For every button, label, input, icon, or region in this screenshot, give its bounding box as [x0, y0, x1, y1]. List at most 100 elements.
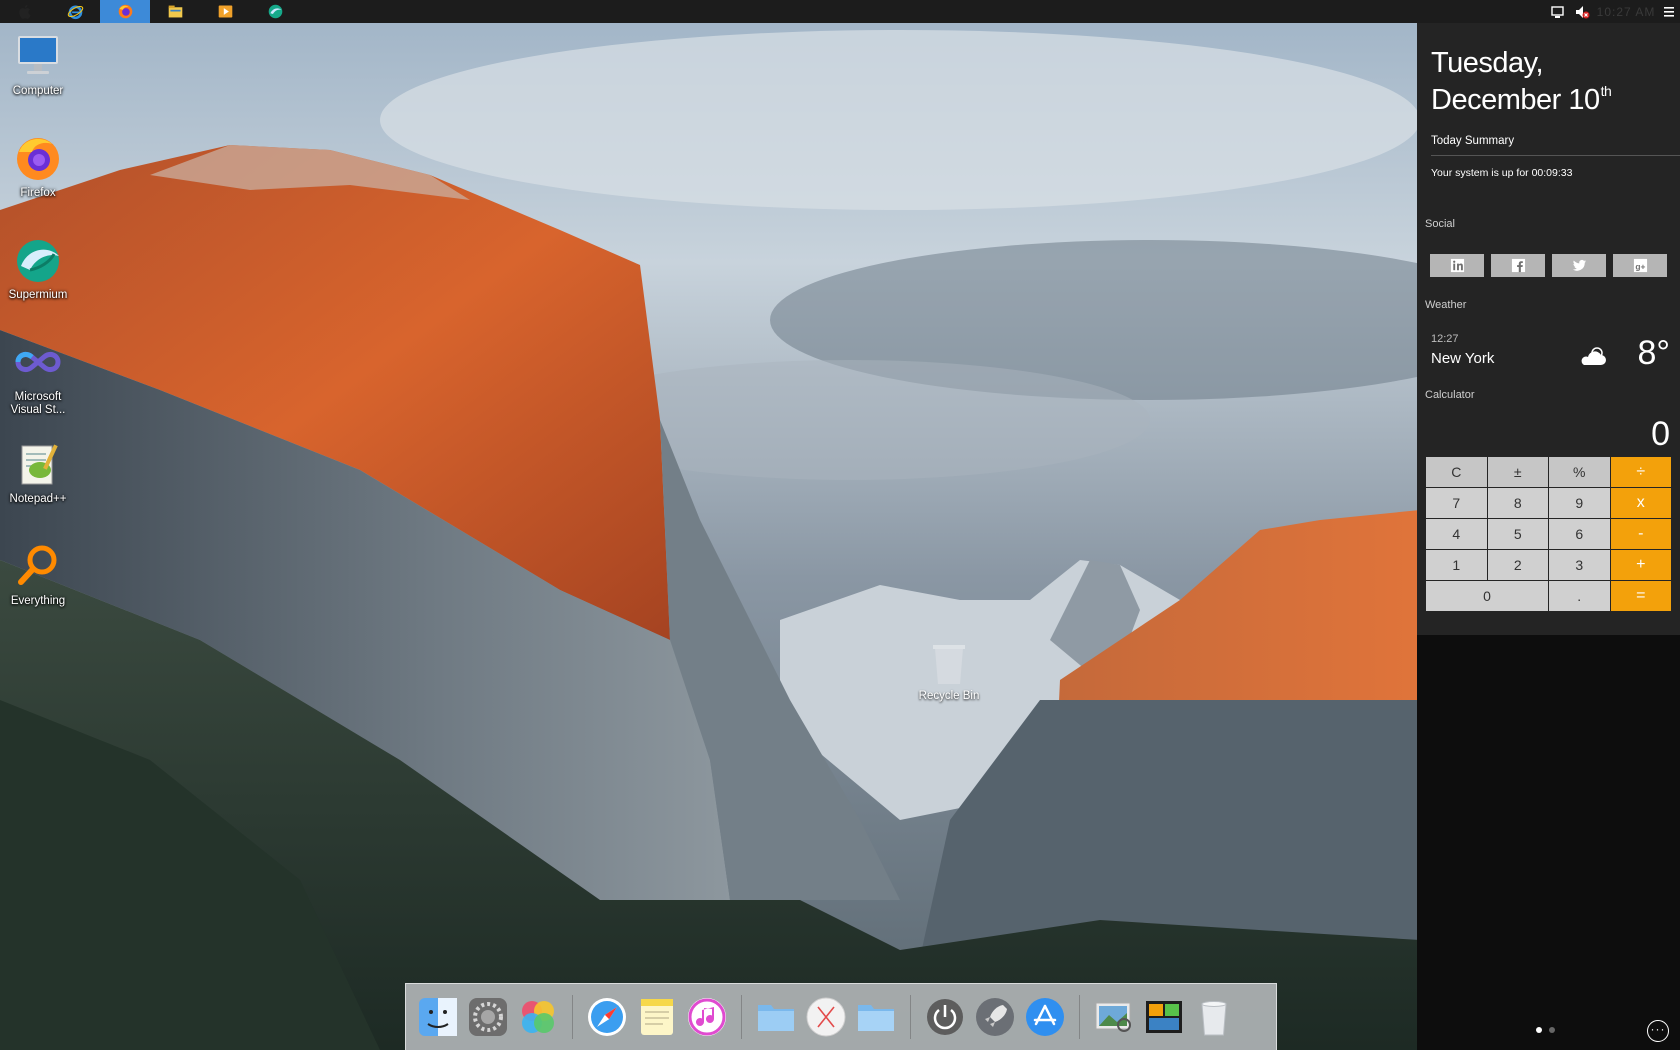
- desktop-icon-label: Firefox: [20, 187, 56, 199]
- notes-icon: [641, 999, 673, 1035]
- calc-key-plus-minus[interactable]: ±: [1487, 457, 1548, 487]
- dock-separator: [910, 995, 911, 1039]
- dock-desktop-widget[interactable]: [1140, 993, 1188, 1041]
- linkedin-button[interactable]: [1430, 254, 1484, 277]
- desktop-icon-firefox[interactable]: Firefox: [0, 130, 76, 232]
- dock-notes[interactable]: [633, 993, 681, 1041]
- calc-key-percent[interactable]: %: [1549, 457, 1610, 487]
- panel-date-suffix: th: [1600, 83, 1612, 99]
- desktop-icon-everything[interactable]: Everything: [0, 538, 76, 640]
- social-buttons: g+: [1430, 254, 1667, 277]
- folder-icon-2: [858, 1005, 894, 1031]
- dock-itunes[interactable]: [683, 993, 731, 1041]
- calc-key-2[interactable]: 2: [1487, 550, 1548, 580]
- calc-key-3[interactable]: 3: [1549, 550, 1610, 580]
- photos-icon: [522, 1001, 554, 1033]
- dock-folder-2[interactable]: [852, 993, 900, 1041]
- firefox-icon[interactable]: [100, 0, 150, 23]
- supermium-icon[interactable]: [250, 0, 300, 23]
- calc-key-decimal[interactable]: .: [1549, 581, 1610, 611]
- dock-preview[interactable]: [1090, 993, 1138, 1041]
- dock-separator: [1079, 995, 1080, 1039]
- dock-folder[interactable]: [752, 993, 800, 1041]
- recycle-bin-label: Recycle Bin: [918, 690, 980, 702]
- dock-photos[interactable]: [514, 993, 562, 1041]
- launchpad-x-icon: [806, 997, 846, 1037]
- weather-time: 12:27: [1431, 333, 1459, 345]
- app-store-icon: [1026, 998, 1064, 1036]
- desktop-icon-computer[interactable]: Computer: [0, 28, 76, 130]
- dock-app-store[interactable]: [1021, 993, 1069, 1041]
- calc-key-4[interactable]: 4: [1426, 519, 1487, 549]
- calc-key-6[interactable]: 6: [1549, 519, 1610, 549]
- calc-key-5[interactable]: 5: [1487, 519, 1548, 549]
- facebook-button[interactable]: [1491, 254, 1545, 277]
- desktop-icon-supermium[interactable]: Supermium: [0, 232, 76, 334]
- calc-key-clear[interactable]: C: [1426, 457, 1487, 487]
- today-summary-title: Today Summary: [1431, 135, 1515, 147]
- cloud-sun-icon: [1581, 347, 1606, 365]
- calc-key-9[interactable]: 9: [1549, 488, 1610, 518]
- firefox-icon: [17, 138, 59, 180]
- page-dot-2[interactable]: [1549, 1027, 1555, 1033]
- panel-day: Tuesday,: [1431, 47, 1544, 79]
- itunes-icon: [688, 998, 726, 1036]
- rocket-icon: [976, 998, 1014, 1036]
- calc-key-divide[interactable]: ÷: [1610, 457, 1671, 487]
- internet-explorer-icon[interactable]: [50, 0, 100, 23]
- calc-key-7[interactable]: 7: [1426, 488, 1487, 518]
- network-icon[interactable]: [1546, 0, 1570, 23]
- dock-system-preferences[interactable]: [464, 993, 512, 1041]
- desktop-icon-label: Microsoft Visual St...: [10, 391, 66, 416]
- dock-power[interactable]: [921, 993, 969, 1041]
- panel-content: Tuesday, December 10th Today Summary You…: [1417, 23, 1680, 635]
- notepad-plus-plus-icon: [21, 444, 58, 485]
- calc-key-0[interactable]: 0: [1426, 581, 1548, 611]
- svg-text:g+: g+: [1635, 261, 1645, 271]
- uptime-text: Your system is up for 00:09:33: [1431, 167, 1573, 179]
- finder-icon: [419, 998, 457, 1036]
- desktop-icon-visual-studio[interactable]: Microsoft Visual St...: [0, 334, 76, 436]
- today-panel: Tuesday, December 10th Today Summary You…: [1417, 23, 1680, 1050]
- page-dot-1[interactable]: [1536, 1027, 1542, 1033]
- twitter-icon: [1572, 259, 1586, 271]
- more-options-icon[interactable]: ···: [1647, 1020, 1669, 1042]
- calculator-display: 0: [1651, 415, 1670, 453]
- taskbar: 10:27 AM: [0, 0, 1680, 23]
- dock-launchpad-rocket[interactable]: [971, 993, 1019, 1041]
- dock-safari[interactable]: [583, 993, 631, 1041]
- panel-date-text: December 10: [1431, 84, 1600, 116]
- google-plus-icon: g+: [1633, 258, 1647, 273]
- dock-trash[interactable]: [1190, 993, 1238, 1041]
- weather-city: New York: [1431, 350, 1495, 367]
- dock-separator: [572, 995, 573, 1039]
- desktop-icon-notepad-plus-plus[interactable]: Notepad++: [0, 436, 76, 538]
- calc-key-multiply[interactable]: x: [1610, 488, 1671, 518]
- dock-finder[interactable]: [414, 993, 462, 1041]
- calc-key-8[interactable]: 8: [1487, 488, 1548, 518]
- tray-clock[interactable]: 10:27 AM: [1594, 5, 1658, 19]
- desktop-widget-icon: [1146, 1001, 1182, 1033]
- dock-launchpad[interactable]: [802, 993, 850, 1041]
- calc-key-add[interactable]: +: [1610, 550, 1671, 580]
- calculator-section-label: Calculator: [1425, 389, 1475, 401]
- desktop-icon-recycle-bin[interactable]: Recycle Bin: [912, 640, 986, 702]
- hamburger-menu-icon[interactable]: [1658, 0, 1680, 23]
- system-preferences-icon: [469, 998, 507, 1036]
- calculator-keypad: C ± % ÷ 7 8 9 x 4 5 6 - 1 2 3 + 0 . =: [1426, 457, 1671, 611]
- media-player-icon[interactable]: [200, 0, 250, 23]
- volume-muted-icon[interactable]: [1570, 0, 1594, 23]
- calc-key-1[interactable]: 1: [1426, 550, 1487, 580]
- folder-icon: [758, 1005, 794, 1031]
- summary-divider: [1431, 155, 1680, 156]
- linkedin-icon: [1450, 258, 1464, 273]
- calc-key-subtract[interactable]: -: [1610, 519, 1671, 549]
- calc-key-equals[interactable]: =: [1610, 581, 1671, 611]
- safari-icon: [588, 998, 626, 1036]
- social-section-label: Social: [1425, 218, 1455, 230]
- apple-icon[interactable]: [0, 0, 50, 23]
- everything-search-icon: [18, 545, 57, 585]
- twitter-button[interactable]: [1552, 254, 1606, 277]
- file-explorer-icon[interactable]: [150, 0, 200, 23]
- google-plus-button[interactable]: g+: [1613, 254, 1667, 277]
